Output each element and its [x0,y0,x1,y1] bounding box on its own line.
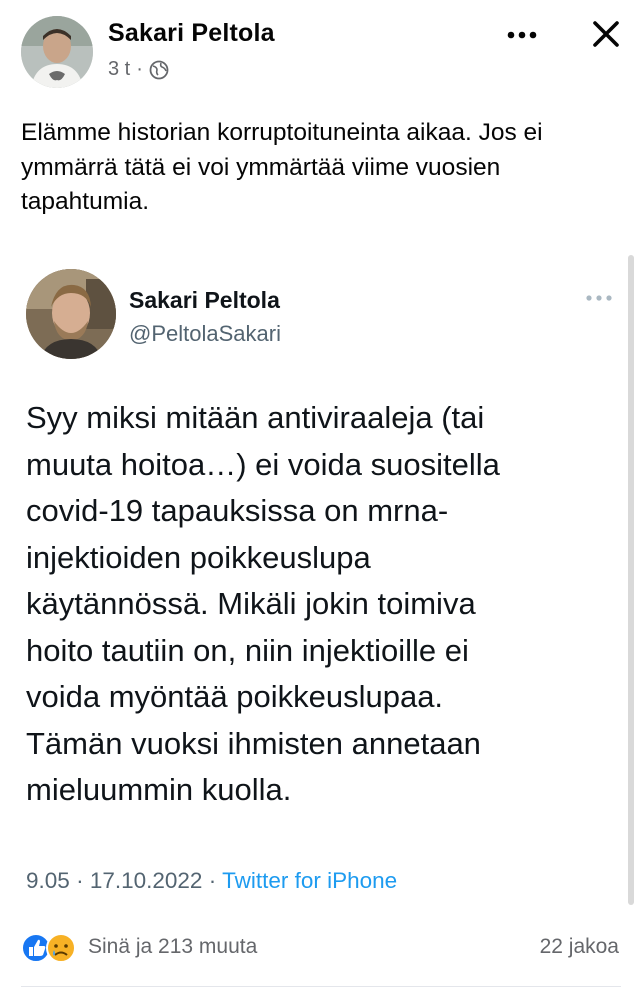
reaction-icons[interactable] [21,932,81,964]
reactions-bar: Sinä ja 213 muuta 22 jakoa [0,925,641,973]
scrollbar[interactable] [628,255,634,905]
tweet-meta-dot: · [208,868,217,893]
tweet-line: mieluummin kuolla. [26,772,292,807]
meta-separator: · [136,58,143,80]
tweet-time: 9.05 [26,868,70,893]
tweet-text: Syy miksi mitään antiviraaleja (tai muut… [26,395,606,814]
close-button[interactable] [584,12,628,56]
tweet-author-handle[interactable]: @PeltolaSakari [129,321,281,347]
reaction-count[interactable]: Sinä ja 213 muuta [88,935,257,959]
author-name[interactable]: Sakari Peltola [108,19,275,48]
post-time[interactable]: 3 t [108,58,130,81]
post-text: Elämme historian korruptoituneinta aikaa… [21,119,543,215]
tweet-line: muuta hoitoa…) ei voida suositella [26,446,500,482]
tweet-meta-dot: · [76,868,84,893]
tweet-line: voida myöntää poikkeuslupaa. [26,679,444,714]
author-avatar[interactable] [21,16,93,88]
tweet-avatar[interactable] [26,269,116,359]
more-dots-icon [507,31,537,39]
globe-icon [149,60,169,80]
tweet-meta: 9.05 · 17.10.2022 · Twitter for iPhone [26,868,397,894]
embedded-tweet[interactable]: Sakari Peltola @PeltolaSakari Syy miksi … [0,255,626,915]
like-icon [21,933,51,963]
tweet-line: injektioiden poikkeuslupa [26,539,371,575]
tweet-source-link[interactable]: Twitter for iPhone [222,868,397,893]
sad-icon [46,933,76,963]
close-icon [593,21,619,47]
tweet-line: Syy miksi mitään antiviraaleja (tai [26,400,485,435]
tweet-line: Tämän vuoksi ihmisten annetaan [26,725,481,761]
tweet-more-icon[interactable] [584,291,614,303]
divider [21,986,621,987]
tweet-line: hoito tautiin on, niin injektioille ei [26,632,469,668]
tweet-date: 17.10.2022 [89,868,203,893]
more-options-button[interactable] [502,20,542,50]
tweet-author-name[interactable]: Sakari Peltola [129,287,280,314]
post-meta: 3 t · [108,58,169,81]
tweet-line: covid-19 tapauksissa on mrna- [26,493,449,528]
post-header: Sakari Peltola 3 t · [0,0,641,100]
tweet-line: käytännössä. Mikäli jokin toimiva [26,586,476,621]
share-count[interactable]: 22 jakoa [540,935,619,959]
